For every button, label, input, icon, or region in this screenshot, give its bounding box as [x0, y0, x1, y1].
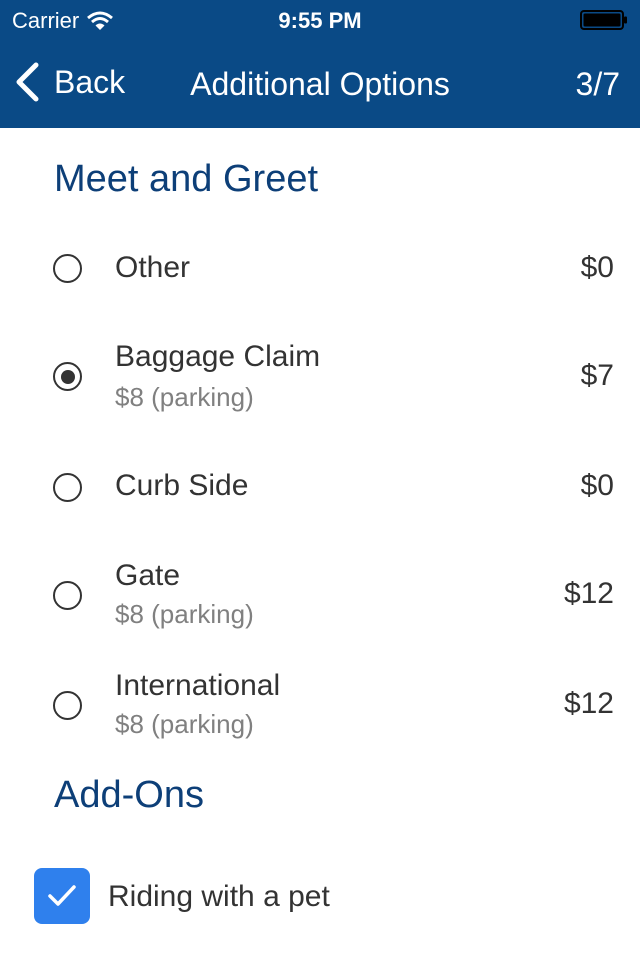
option-label: Other	[115, 251, 191, 284]
option-baggage-claim[interactable]: Baggage Claim $8 (parking) $7	[0, 320, 640, 430]
option-label: International	[115, 669, 281, 702]
option-sublabel: $8 (parking)	[115, 709, 254, 739]
section-title-add-ons: Add-Ons	[54, 774, 204, 816]
option-price: $0	[580, 469, 614, 502]
pet-checkbox[interactable]	[34, 868, 90, 924]
section-title-meet-and-greet: Meet and Greet	[54, 158, 319, 200]
radio-button[interactable]	[53, 691, 82, 720]
checkmark-icon	[48, 885, 76, 906]
option-sublabel: $8 (parking)	[115, 599, 254, 629]
add-on-label[interactable]: Riding with a pet	[108, 880, 330, 914]
option-label: Gate	[115, 559, 181, 592]
radio-button-selected[interactable]	[53, 362, 82, 391]
option-price: $12	[563, 577, 614, 610]
option-price: $12	[563, 687, 614, 720]
battery-icon	[580, 10, 627, 30]
option-label: Baggage Claim	[115, 340, 321, 373]
status-time: 9:55 PM	[278, 8, 362, 33]
option-international[interactable]: International $8 (parking) $12	[0, 650, 640, 760]
nav-bar: Back Additional Options 3/7	[0, 40, 640, 128]
radio-button[interactable]	[53, 581, 82, 610]
radio-button[interactable]	[53, 473, 82, 502]
page-title: Additional Options	[190, 66, 450, 102]
radio-button[interactable]	[53, 254, 82, 283]
option-price: $0	[580, 251, 614, 284]
header: Carrier 9:55 PM Back Additional Options …	[0, 0, 640, 128]
option-label: Curb Side	[115, 469, 249, 502]
step-indicator: 3/7	[575, 66, 620, 102]
option-sublabel: $8 (parking)	[115, 382, 254, 412]
option-price: $7	[580, 359, 614, 392]
status-bar: Carrier 9:55 PM	[0, 0, 640, 40]
option-gate[interactable]: Gate $8 (parking) $12	[0, 540, 640, 650]
option-curb-side[interactable]: Curb Side $0	[0, 440, 640, 532]
option-other[interactable]: Other $0	[0, 222, 640, 314]
